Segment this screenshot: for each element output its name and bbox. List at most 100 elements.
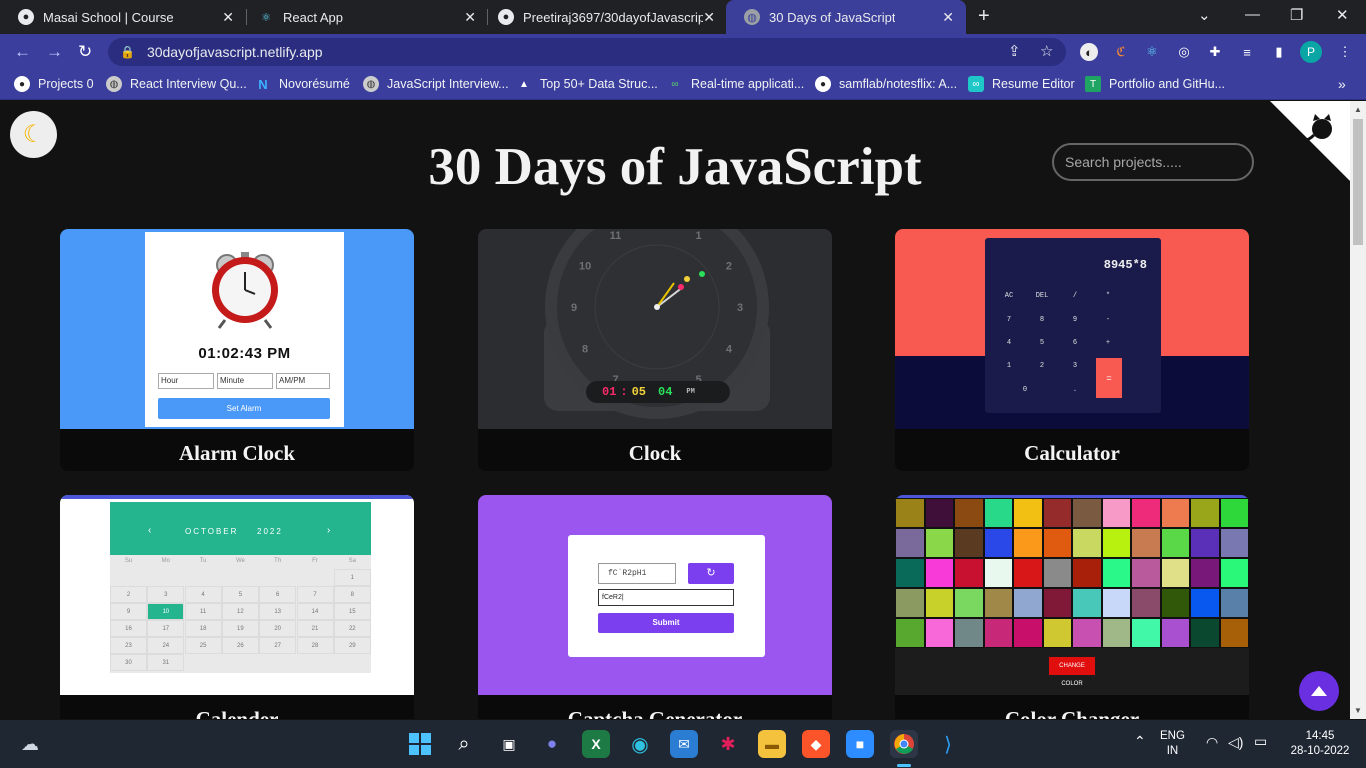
address-bar[interactable]: 🔒 30dayofjavascript.netlify.app ⇪ ☆ [108,38,1066,66]
side-panel-icon[interactable]: ▮ [1270,43,1288,61]
chat-icon[interactable]: ● [538,730,566,758]
mail-icon[interactable]: ✉ [670,730,698,758]
slack-icon[interactable]: ✱ [714,730,742,758]
clock-number: 4 [726,344,733,356]
wifi-icon[interactable]: ◠ [1206,735,1218,750]
project-thumbnail: 121234567891011 01 : 05 04 PM [478,229,832,429]
project-card-clock[interactable]: 121234567891011 01 : 05 04 PM Clock [478,229,832,471]
close-icon[interactable]: ✕ [942,9,954,26]
project-name: Color Changer [1004,707,1140,719]
github-corner-icon[interactable] [1270,101,1350,181]
clock-number: 12 [651,229,663,231]
color-swatch [954,498,984,528]
menu-kebab-icon[interactable]: ⋮ [1336,43,1354,61]
captcha-preview: fC˙R2pH1 ↻ fCeR2| Submit [568,535,765,657]
tab-search-chevron-icon[interactable]: ⌄ [1198,6,1211,24]
weather-icon[interactable]: ☁ [16,730,44,758]
color-swatch [954,588,984,618]
alarm-clock-icon [212,252,278,329]
project-card-color-changer[interactable]: CHANGE COLOR Color Changer [895,495,1249,719]
close-window-icon[interactable]: ✕ [1336,6,1349,24]
color-swatch [1101,588,1131,618]
search-input[interactable] [1052,143,1254,181]
calendar-day: 28 [296,637,334,654]
calendar-grid: Su Mo Tu We Th Fr Sa 1 2 3 4 5 6 7 8 9 10 11 12 13 14 15 16 17 1… [110,555,371,673]
extensions-puzzle-icon[interactable]: ✚ [1206,43,1224,61]
vscode-icon[interactable]: ⟩ [934,730,962,758]
reading-list-icon[interactable]: ≡ [1238,43,1256,61]
project-card-alarm-clock[interactable]: 01:02:43 PM Hour Minute AM/PM Set Alarm … [60,229,414,471]
project-card-captcha-generator[interactable]: fC˙R2pH1 ↻ fCeR2| Submit Captcha Generat… [478,495,832,719]
color-swatch [1042,618,1072,648]
color-swatch [983,498,1013,528]
calendar-weekday: Th [274,558,282,564]
extension-icon[interactable]: ◎ [1175,43,1193,61]
brave-icon[interactable]: ◆ [802,730,830,758]
calc-key: 1 [1006,362,1012,370]
bookmark-item[interactable]: ● samflab/notesflix: A... [815,76,957,92]
bookmark-item[interactable]: ∞ Real-time applicati... [667,76,804,92]
windows-taskbar: ☁ ⌕ ▣ ● X ◉ ✉ ✱ ▬ ◆ ■ ⟩ ⌃ ENG IN ◠ ◁) ▭ … [0,720,1366,768]
bookmark-item[interactable]: ▲ Top 50+ Data Struc... [516,76,658,92]
new-tab-icon[interactable]: + [978,5,990,28]
clock-number: 9 [571,302,577,314]
battery-icon[interactable]: ▭ [1254,734,1267,749]
share-icon[interactable]: ⇪ [1008,42,1021,60]
calendar-day: 13 [259,603,297,620]
tab-masai-school[interactable]: ● Masai School | Course ✕ [0,0,246,34]
avatar[interactable]: P [1300,41,1322,63]
minimize-icon[interactable]: — [1245,6,1260,23]
clock-tray[interactable]: 14:45 28-10-2022 [1284,729,1356,759]
bookmark-item[interactable]: ● Projects 0 [14,76,94,92]
tab-react-app[interactable]: ⚛ React App ✕ [240,0,488,34]
language-indicator[interactable]: ENG IN [1160,729,1185,759]
bookmark-star-icon[interactable]: ☆ [1040,42,1053,60]
project-name: Calender [195,707,279,719]
lock-icon[interactable]: 🔒 [120,45,135,59]
show-hidden-icons-chevron[interactable]: ⌃ [1134,734,1146,749]
tab-github-repo[interactable]: ● Preetiraj3697/30dayofJavascript: ✕ [480,0,727,34]
project-card-calender[interactable]: ‹ OCTOBER 2022 › Su Mo Tu We Th Fr Sa 1 2 3 4 5 6 7 8 9… [60,495,414,719]
file-explorer-icon[interactable]: ▬ [758,730,786,758]
extension-icon[interactable]: ℭ [1112,43,1130,61]
search-icon[interactable]: ⌕ [450,730,478,758]
scroll-up-icon[interactable]: ▲ [1354,105,1362,114]
scroll-to-top-button[interactable] [1299,671,1339,711]
bookmark-item[interactable]: ◍ React Interview Qu... [106,76,247,92]
color-swatch [983,618,1013,648]
zoom-icon[interactable]: ■ [846,730,874,758]
close-icon[interactable]: ✕ [222,9,234,26]
url-text[interactable]: 30dayofjavascript.netlify.app [147,44,323,60]
calendar-day: 27 [259,637,297,654]
more-bookmarks-icon[interactable]: » [1338,76,1346,92]
scroll-down-icon[interactable]: ▼ [1354,706,1362,715]
tab-30-days-of-javascript[interactable]: ◍ 30 Days of JavaScript ✕ [726,0,966,34]
bookmark-item[interactable]: N Novorésumé [255,76,350,92]
calendar-day: 23 [110,637,147,654]
task-view-icon[interactable]: ▣ [495,730,523,758]
react-devtools-icon[interactable]: ⚛ [1143,43,1161,61]
excel-icon[interactable]: X [582,730,610,758]
chrome-icon[interactable] [890,730,918,758]
back-icon[interactable]: ← [14,42,31,62]
page-scrollbar[interactable]: ▲ ▼ [1350,101,1366,719]
restore-icon[interactable]: ❐ [1290,6,1303,24]
color-swatch [1042,528,1072,558]
forward-icon[interactable]: → [46,42,63,62]
reload-icon[interactable]: ↻ [78,42,92,62]
scrollbar-thumb[interactable] [1353,119,1363,245]
bookmark-item[interactable]: ∞ Resume Editor [968,76,1075,92]
extension-icon[interactable]: ◐ [1080,43,1098,61]
close-icon[interactable]: ✕ [464,9,476,26]
bookmark-item[interactable]: ◍ JavaScript Interview... [363,76,509,92]
volume-icon[interactable]: ◁) [1228,735,1243,750]
close-icon[interactable]: ✕ [703,9,715,26]
project-card-calculator[interactable]: 8945*8 AC DEL / * 7 8 9 - 4 5 6 + 1 2 3 … [895,229,1249,471]
calc-key: + [1105,339,1111,347]
digital-time-display: 01 : 05 04 PM [586,381,730,403]
edge-icon[interactable]: ◉ [626,730,654,758]
start-windows-icon[interactable] [406,730,434,758]
calendar-day: 19 [221,620,259,637]
next-month-icon: › [327,525,333,536]
bookmark-item[interactable]: T Portfolio and GitHu... [1085,76,1225,92]
